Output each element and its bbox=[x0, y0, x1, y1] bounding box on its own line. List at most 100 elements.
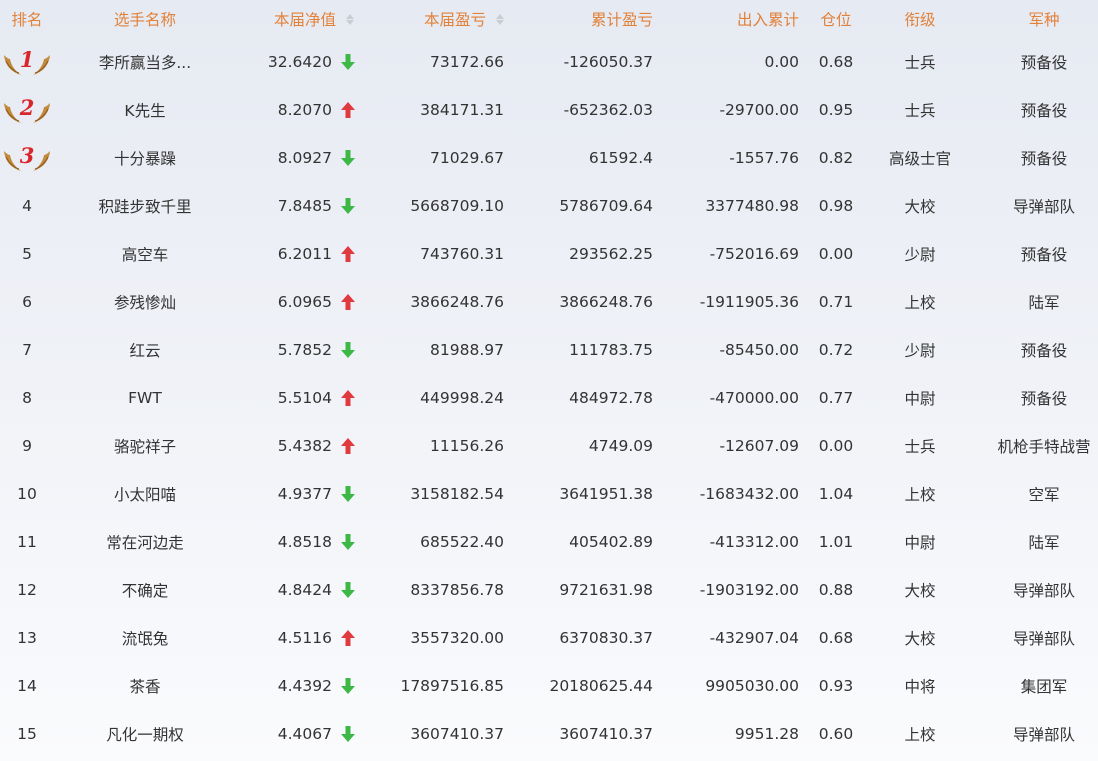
table-row[interactable]: 4 积跬步致千里 7.8485 5668709.10 5786709.64 3377480… bbox=[0, 182, 1098, 230]
session-profit: 3866248.76 bbox=[410, 293, 504, 311]
table-row[interactable]: 5 高空车 6.2011 743760.31 293562.25 -752016.69 0.… bbox=[0, 230, 1098, 278]
rank-grade: 士兵 bbox=[904, 54, 936, 72]
arrow-up-icon bbox=[338, 86, 358, 134]
player-name[interactable]: 十分暴躁 bbox=[70, 134, 220, 182]
table-row[interactable]: 1 李所赢当多... 32.6420 73172.66 -126050.37 0.00 0.… bbox=[0, 38, 1098, 86]
sort-icon[interactable] bbox=[496, 13, 504, 25]
position: 0.68 bbox=[818, 53, 854, 71]
rank-cell: 7 bbox=[22, 341, 32, 359]
rank-grade: 士兵 bbox=[904, 438, 936, 456]
table-row[interactable]: 7 红云 5.7852 81988.97 111783.75 -85450.00 0.72 少… bbox=[0, 326, 1098, 374]
player-name[interactable]: 凡化一期权 bbox=[70, 710, 220, 758]
net-value: 6.0965 bbox=[277, 293, 332, 311]
player-name[interactable]: K先生 bbox=[70, 86, 220, 134]
table-row[interactable]: 13 流氓兔 4.5116 3557320.00 6370830.37 -432907.0… bbox=[0, 614, 1098, 662]
cash-flow: 0.00 bbox=[764, 53, 799, 71]
rank-medal-icon: 1 bbox=[1, 45, 53, 79]
cash-flow: 9951.28 bbox=[734, 725, 799, 743]
cumulative-profit: 9721631.98 bbox=[559, 581, 653, 599]
corps: 导弹部队 bbox=[1012, 630, 1075, 648]
arrow-down-icon bbox=[338, 710, 358, 758]
header-nav[interactable]: 本届净值 bbox=[220, 0, 354, 38]
rank-grade: 高级士官 bbox=[888, 150, 951, 168]
sort-icon[interactable] bbox=[346, 13, 354, 25]
player-name[interactable]: 红云 bbox=[70, 326, 220, 374]
cash-flow: 9905030.00 bbox=[705, 677, 799, 695]
net-value: 5.7852 bbox=[277, 341, 332, 359]
header-pl[interactable]: 本届盈亏 bbox=[360, 0, 504, 38]
rank-cell: 3 bbox=[0, 134, 54, 182]
table-row[interactable]: 12 不确定 4.8424 8337856.78 9721631.98 -1903192.… bbox=[0, 566, 1098, 614]
rank-grade: 中尉 bbox=[904, 534, 936, 552]
player-name[interactable]: 茶香 bbox=[70, 662, 220, 710]
position: 1.04 bbox=[818, 485, 854, 503]
player-name[interactable]: 积跬步致千里 bbox=[70, 182, 220, 230]
rank-cell: 14 bbox=[17, 677, 37, 695]
rank-cell: 5 bbox=[22, 245, 32, 263]
net-value: 5.4382 bbox=[277, 437, 332, 455]
rank-cell: 13 bbox=[17, 629, 37, 647]
table-row[interactable]: 6 参残惨灿 6.0965 3866248.76 3866248.76 -1911905.… bbox=[0, 278, 1098, 326]
position: 0.98 bbox=[818, 197, 854, 215]
corps: 预备役 bbox=[1020, 102, 1068, 120]
rank-grade: 大校 bbox=[904, 582, 936, 600]
rank-medal-icon: 2 bbox=[1, 93, 53, 127]
player-name[interactable]: 常在河边走 bbox=[70, 518, 220, 566]
cash-flow: -470000.00 bbox=[709, 389, 799, 407]
position: 0.93 bbox=[818, 677, 854, 695]
corps: 预备役 bbox=[1020, 54, 1068, 72]
table-header: 排名 选手名称 本届净值 本届盈亏 累计盈亏 出入累计 仓位 衔级 军种 bbox=[0, 0, 1098, 38]
table-row[interactable]: 8 FWT 5.5104 449998.24 484972.78 -470000.00 0.… bbox=[0, 374, 1098, 422]
net-value: 5.5104 bbox=[277, 389, 332, 407]
player-name[interactable]: 不确定 bbox=[70, 566, 220, 614]
cumulative-profit: 111783.75 bbox=[569, 341, 653, 359]
header-nav-label: 本届净值 bbox=[273, 11, 336, 29]
position: 0.00 bbox=[818, 437, 854, 455]
corps: 导弹部队 bbox=[1012, 726, 1075, 744]
header-pl-label: 本届盈亏 bbox=[423, 11, 486, 29]
rank-grade: 少尉 bbox=[904, 246, 936, 264]
player-name[interactable]: 高空车 bbox=[70, 230, 220, 278]
rank-grade: 士兵 bbox=[904, 102, 936, 120]
net-value: 4.9377 bbox=[277, 485, 332, 503]
rank-cell: 11 bbox=[17, 533, 37, 551]
cash-flow: -432907.04 bbox=[709, 629, 799, 647]
session-profit: 3158182.54 bbox=[410, 485, 504, 503]
player-name[interactable]: FWT bbox=[70, 374, 220, 422]
cumulative-profit: 61592.4 bbox=[588, 149, 653, 167]
table-row[interactable]: 11 常在河边走 4.8518 685522.40 405402.89 -413312.0… bbox=[0, 518, 1098, 566]
corps: 集团军 bbox=[1020, 678, 1068, 696]
rank-grade: 上校 bbox=[904, 486, 936, 504]
player-name[interactable]: 参残惨灿 bbox=[70, 278, 220, 326]
table-row[interactable]: 9 骆驼祥子 5.4382 11156.26 4749.09 -12607.09 0.00 士… bbox=[0, 422, 1098, 470]
table-row[interactable]: 2 K先生 8.2070 384171.31 -652362.03 -29700.00 0.… bbox=[0, 86, 1098, 134]
cumulative-profit: -652362.03 bbox=[563, 101, 653, 119]
net-value: 4.8424 bbox=[277, 581, 332, 599]
net-value: 4.5116 bbox=[277, 629, 332, 647]
table-row[interactable]: 15 凡化一期权 4.4067 3607410.37 3607410.37 9951.28… bbox=[0, 710, 1098, 758]
session-profit: 5668709.10 bbox=[410, 197, 504, 215]
position: 0.68 bbox=[818, 629, 854, 647]
arrow-down-icon bbox=[338, 182, 358, 230]
session-profit: 8337856.78 bbox=[410, 581, 504, 599]
player-name[interactable]: 小太阳喵 bbox=[70, 470, 220, 518]
player-name[interactable]: 骆驼祥子 bbox=[70, 422, 220, 470]
header-corps: 军种 bbox=[1028, 11, 1060, 29]
table-row[interactable]: 3 十分暴躁 8.0927 71029.67 61592.4 -1557.76 0.82 高级… bbox=[0, 134, 1098, 182]
arrow-down-icon bbox=[338, 38, 358, 86]
net-value: 8.0927 bbox=[277, 149, 332, 167]
table-row[interactable]: 10 小太阳喵 4.9377 3158182.54 3641951.38 -1683432… bbox=[0, 470, 1098, 518]
arrow-up-icon bbox=[338, 614, 358, 662]
header-pos: 仓位 bbox=[820, 11, 852, 29]
rank-number: 3 bbox=[19, 143, 35, 168]
net-value: 32.6420 bbox=[267, 53, 332, 71]
rank-cell: 15 bbox=[17, 725, 37, 743]
player-name[interactable]: 流氓兔 bbox=[70, 614, 220, 662]
rank-cell: 9 bbox=[22, 437, 32, 455]
net-value: 7.8485 bbox=[277, 197, 332, 215]
table-row[interactable]: 14 茶香 4.4392 17897516.85 20180625.44 9905030.… bbox=[0, 662, 1098, 710]
session-profit: 685522.40 bbox=[420, 533, 504, 551]
position: 0.00 bbox=[818, 245, 854, 263]
player-name[interactable]: 李所赢当多... bbox=[70, 38, 220, 86]
arrow-down-icon bbox=[338, 518, 358, 566]
